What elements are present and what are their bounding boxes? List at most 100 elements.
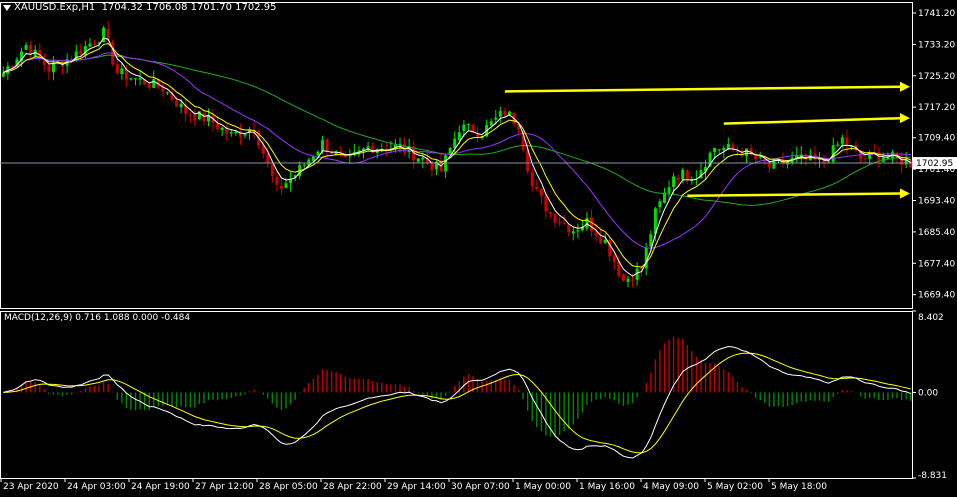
candle-body <box>489 121 493 126</box>
candle-body <box>320 140 324 152</box>
candle-body <box>672 176 676 187</box>
candle-body <box>603 239 607 244</box>
candle-body <box>667 187 671 194</box>
candle-body <box>302 164 306 166</box>
price-tick-label: 1733.20 <box>918 40 955 50</box>
candle-body <box>685 170 689 180</box>
candle-body <box>567 224 571 232</box>
candle-body <box>590 217 594 232</box>
candle-body <box>266 154 270 163</box>
price-tick-label: 1669.40 <box>918 291 955 301</box>
symbol-label: XAUUSD.Exp,H1 <box>14 2 96 13</box>
time-tick-label: 1 May 16:00 <box>579 482 635 492</box>
time-tick-label: 29 Apr 14:00 <box>387 482 446 492</box>
candle-body <box>535 186 539 190</box>
chart-menu-arrow-icon[interactable] <box>3 5 11 11</box>
candle-body <box>202 112 206 122</box>
candle-body <box>371 146 375 154</box>
candle-body <box>558 222 562 224</box>
candle-body <box>279 185 283 189</box>
candle-body <box>421 157 425 160</box>
current-price-label: 1702.95 <box>916 159 953 169</box>
candle-body <box>530 172 534 186</box>
time-tick-label: 24 Apr 03:00 <box>67 482 126 492</box>
candle-body <box>544 195 548 212</box>
ohlc-label: 1704.32 1706.08 1701.70 1702.95 <box>101 2 277 13</box>
price-tick-label: 1685.40 <box>918 228 955 238</box>
candle-body <box>416 158 420 162</box>
chart-window[interactable]: 1741.20 1733.20 1725.20 1717.20 1709.40 1701.… <box>0 0 957 493</box>
candle-body <box>147 84 151 88</box>
time-tick-label: 28 Apr 22:00 <box>323 482 382 492</box>
candle-body <box>343 155 347 157</box>
candle-body <box>553 213 557 223</box>
candle-body <box>188 114 192 116</box>
candle-body <box>193 114 197 121</box>
candle-body <box>448 148 452 155</box>
candle-body <box>92 43 96 45</box>
candle-body <box>234 131 238 133</box>
candle-body <box>179 103 183 108</box>
candle-body <box>548 212 552 214</box>
candle-body <box>115 64 119 74</box>
candle-body <box>275 176 279 185</box>
candle-body <box>79 50 83 55</box>
candle-body <box>83 46 87 56</box>
candle-body <box>311 156 315 161</box>
candle-body <box>845 137 849 146</box>
candle-body <box>120 68 124 75</box>
time-tick-label: 4 May 09:00 <box>643 482 699 492</box>
time-tick-label: 5 May 18:00 <box>771 482 827 492</box>
candle-body <box>713 147 717 153</box>
candle-body <box>138 78 142 80</box>
candle-body <box>165 92 169 94</box>
candle-body <box>284 183 288 188</box>
candle-body <box>836 144 840 146</box>
candle-body <box>571 231 575 234</box>
time-tick-label: 30 Apr 07:00 <box>451 482 510 492</box>
price-tick-label: 1741.20 <box>918 9 955 19</box>
candle-body <box>498 111 502 117</box>
candle-body <box>722 147 726 151</box>
candle-body <box>325 139 329 152</box>
macd-tick-label: -8.831 <box>918 471 947 481</box>
candle-body <box>717 149 721 151</box>
price-tick-label: 1725.20 <box>918 72 955 82</box>
candle-body <box>229 132 233 134</box>
price-chart-svg[interactable]: 1741.201733.201725.201717.201709.401701.… <box>0 0 957 493</box>
candle-body <box>594 232 598 236</box>
candle-body <box>863 158 867 160</box>
candle-body <box>466 124 470 126</box>
candle-body <box>681 169 685 180</box>
candle-body <box>631 280 635 282</box>
time-tick-label: 1 May 00:00 <box>515 482 571 492</box>
candle-body <box>243 134 247 136</box>
chart-background <box>0 0 957 493</box>
candle-body <box>51 62 55 73</box>
candle-body <box>676 177 680 180</box>
candle-body <box>621 274 625 281</box>
candle-body <box>886 157 890 159</box>
time-tick-label: 23 Apr 2020 <box>3 482 59 492</box>
candle-body <box>612 255 616 263</box>
candle-body <box>88 43 92 47</box>
candle-body <box>503 110 507 116</box>
price-tick-label: 1693.40 <box>918 197 955 207</box>
candle-body <box>658 201 662 208</box>
candle-body <box>270 164 274 176</box>
time-tick-label: 5 May 02:00 <box>707 482 763 492</box>
candle-body <box>10 66 14 68</box>
candle-body <box>134 78 138 80</box>
candle-body <box>462 124 466 132</box>
macd-title: MACD(12,26,9) 0.716 1.088 0.000 -0.484 <box>4 313 191 323</box>
macd-tick-label: 0.00 <box>918 388 938 398</box>
candle-body <box>175 100 179 107</box>
candle-body <box>599 237 603 243</box>
candle-body <box>152 79 156 88</box>
time-tick-label: 28 Apr 05:00 <box>259 482 318 492</box>
time-tick-label: 24 Apr 19:00 <box>131 482 190 492</box>
candle-body <box>47 64 51 72</box>
candle-body <box>494 117 498 120</box>
price-tick-label: 1677.40 <box>918 259 955 269</box>
candle-body <box>316 151 320 156</box>
